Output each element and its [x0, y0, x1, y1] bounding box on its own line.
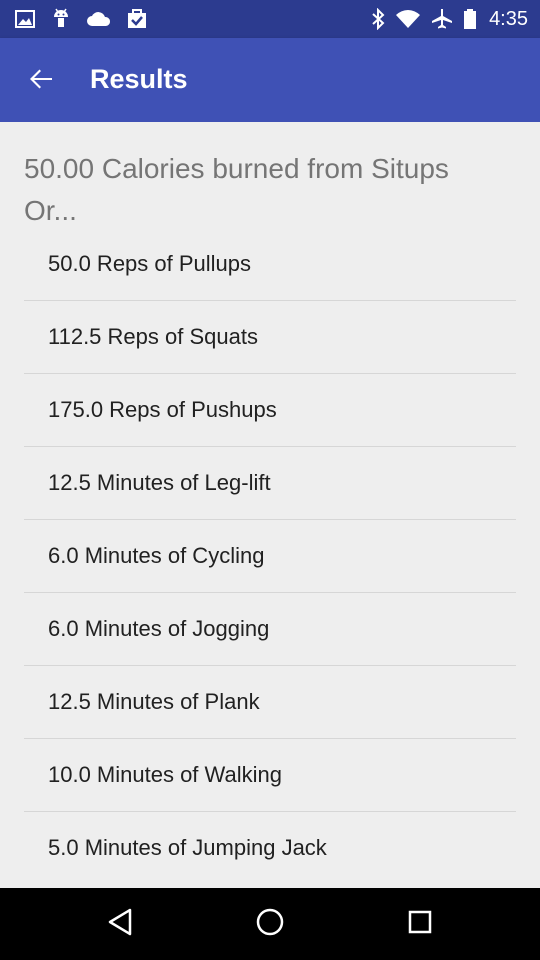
arrow-back-icon	[28, 66, 54, 97]
back-triangle-icon	[106, 907, 134, 942]
briefcase-icon	[126, 8, 148, 30]
list-item[interactable]: 6.0 Minutes of Cycling	[24, 520, 516, 593]
nav-back-button[interactable]	[102, 906, 138, 942]
list-item[interactable]: 112.5 Reps of Squats	[24, 301, 516, 374]
list-item-label: 10.0 Minutes of Walking	[48, 762, 282, 787]
list-item[interactable]: 6.0 Minutes of Jogging	[24, 593, 516, 666]
battery-icon	[463, 8, 477, 30]
system-icons: 4:35	[371, 7, 528, 31]
list-item[interactable]: 50.0 Reps of Pullups	[24, 228, 516, 301]
page-title: Results	[90, 64, 188, 94]
list-item-label: 175.0 Reps of Pushups	[48, 397, 277, 422]
list-item[interactable]: 10.0 Minutes of Walking	[24, 739, 516, 812]
results-content: 50.00 Calories burned from Situps Or... …	[0, 122, 540, 888]
home-circle-icon	[255, 907, 285, 942]
airplane-icon	[431, 8, 453, 30]
list-item[interactable]: 175.0 Reps of Pushups	[24, 374, 516, 447]
list-item-label: 12.5 Minutes of Leg-lift	[48, 470, 271, 495]
list-item-label: 12.5 Minutes of Plank	[48, 689, 260, 714]
list-item-label: 6.0 Minutes of Jogging	[48, 616, 270, 641]
notification-icons	[14, 7, 148, 31]
equivalent-exercise-list: 50.0 Reps of Pullups 112.5 Reps of Squat…	[24, 228, 516, 884]
nav-home-button[interactable]	[252, 906, 288, 942]
list-item-label: 5.0 Minutes of Jumping Jack	[48, 835, 327, 860]
android-icon	[50, 7, 72, 31]
clock: 4:35	[489, 7, 528, 30]
recents-square-icon	[407, 909, 433, 940]
navigation-bar	[0, 888, 540, 960]
back-button[interactable]	[22, 62, 60, 100]
nav-recents-button[interactable]	[402, 906, 438, 942]
list-item-label: 50.0 Reps of Pullups	[48, 251, 252, 276]
cloud-icon	[86, 10, 112, 28]
list-item-label: 6.0 Minutes of Cycling	[48, 543, 265, 568]
gallery-icon	[14, 8, 36, 30]
calories-summary-line: 50.00 Calories burned from Situps	[24, 153, 449, 184]
list-item-label: 112.5 Reps of Squats	[48, 324, 258, 349]
bluetooth-icon	[371, 8, 385, 30]
or-label: Or...	[24, 195, 77, 226]
app-bar: Results	[0, 38, 540, 122]
wifi-icon	[395, 9, 421, 29]
status-bar: 4:35	[0, 0, 540, 38]
list-item[interactable]: 12.5 Minutes of Leg-lift	[24, 447, 516, 520]
calories-summary: 50.00 Calories burned from Situps Or...	[24, 148, 516, 232]
list-item[interactable]: 12.5 Minutes of Plank	[24, 666, 516, 739]
list-item[interactable]: 5.0 Minutes of Jumping Jack	[24, 812, 516, 884]
